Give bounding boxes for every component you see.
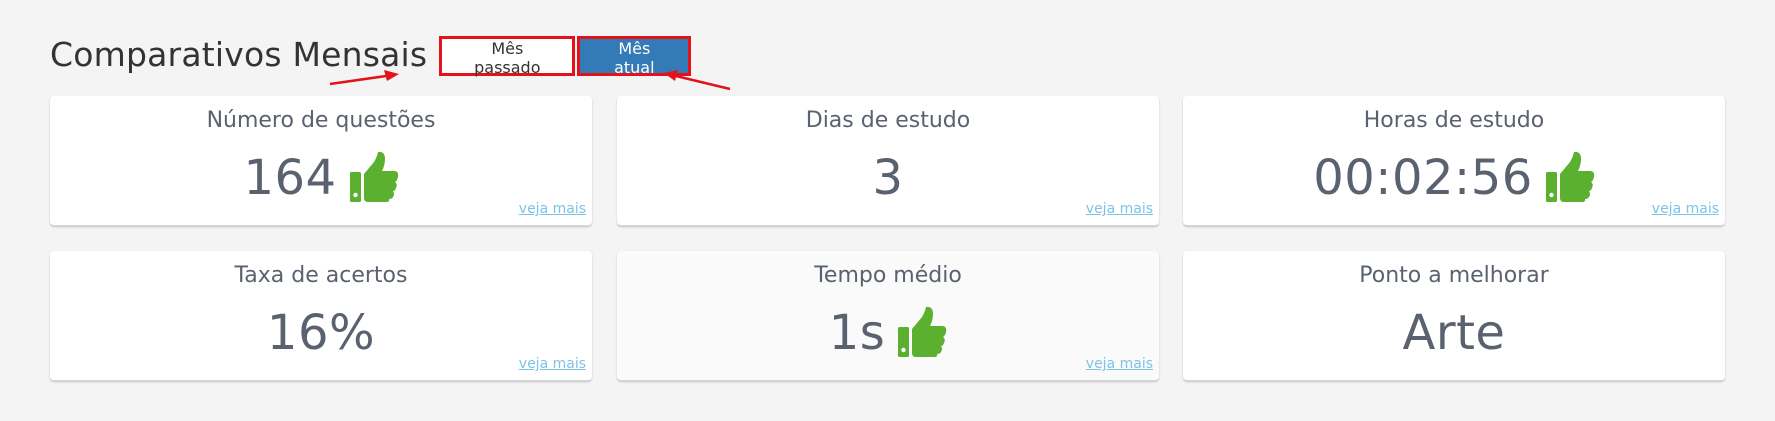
card-value-row: 16% [50, 305, 592, 361]
see-more-link[interactable]: veja mais [1652, 201, 1719, 217]
card-value-row: 1s [617, 305, 1159, 361]
card-value: 164 [243, 150, 337, 206]
see-more-link[interactable]: veja mais [519, 201, 586, 217]
thumbs-up-icon [349, 151, 398, 202]
card-improvement-point: Ponto a melhorar Arte [1183, 251, 1725, 381]
card-title: Dias de estudo [805, 108, 971, 133]
card-title: Número de questões [206, 108, 436, 133]
page-title: Comparativos Mensais [50, 34, 428, 74]
card-title: Horas de estudo [1363, 108, 1545, 133]
card-study-hours: Horas de estudo 00:02:56 veja mais [1183, 96, 1725, 226]
card-average-time: Tempo médio 1s veja mais [617, 251, 1159, 381]
month-toggle: Mês passado Mês atual [439, 36, 692, 77]
card-value: 16% [266, 305, 376, 361]
card-value-row: Arte [1183, 305, 1725, 361]
card-accuracy-rate: Taxa de acertos 16% veja mais [50, 251, 592, 381]
card-value: 3 [872, 150, 904, 206]
previous-month-button[interactable]: Mês passado [439, 36, 576, 77]
card-value-row: 00:02:56 [1183, 150, 1725, 206]
card-value-row: 3 [617, 150, 1159, 206]
card-title: Tempo médio [814, 263, 962, 288]
monthly-comparison-page: Comparativos Mensais Mês passado Mês atu… [0, 0, 1775, 421]
card-value: 1s [828, 305, 886, 361]
thumbs-up-icon [898, 306, 947, 357]
current-month-button[interactable]: Mês atual [577, 36, 692, 77]
see-more-link[interactable]: veja mais [519, 356, 586, 372]
card-title: Ponto a melhorar [1359, 263, 1549, 288]
thumbs-up-icon [1545, 151, 1594, 202]
header: Comparativos Mensais Mês passado Mês atu… [50, 28, 692, 80]
card-value-row: 164 [50, 150, 592, 206]
card-value: Arte [1402, 305, 1506, 361]
see-more-link[interactable]: veja mais [1086, 356, 1153, 372]
card-value: 00:02:56 [1313, 150, 1533, 206]
card-study-days: Dias de estudo 3 veja mais [617, 96, 1159, 226]
card-questions: Número de questões 164 veja mais [50, 96, 592, 226]
card-title: Taxa de acertos [234, 263, 408, 288]
see-more-link[interactable]: veja mais [1086, 201, 1153, 217]
